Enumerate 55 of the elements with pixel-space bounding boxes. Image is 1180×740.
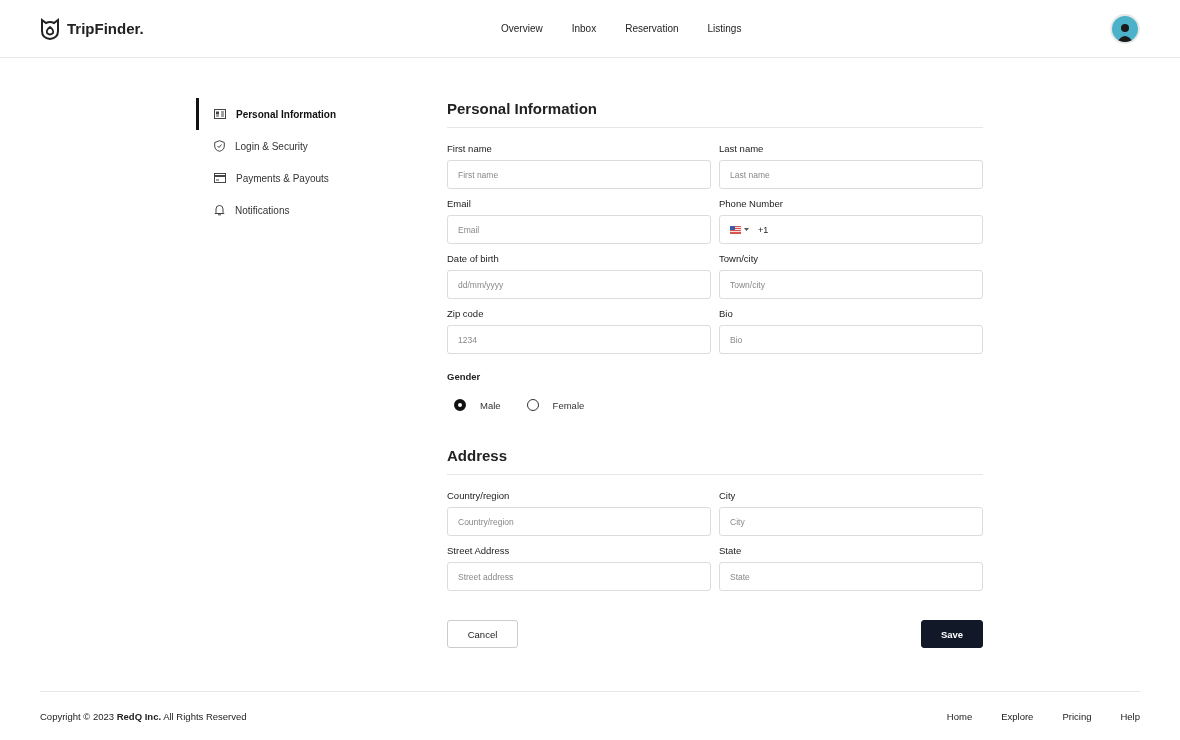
phone-code: +1 (758, 224, 770, 235)
radio-button[interactable] (454, 399, 466, 411)
field-label: Date of birth (447, 253, 500, 264)
input-field[interactable]: dd/mm/yyyy (447, 270, 711, 299)
field-label: Zip code (447, 308, 485, 319)
footer-link[interactable]: Pricing (1062, 710, 1092, 722)
section-title: Personal Information (447, 100, 983, 128)
nav-link[interactable]: Reservation (625, 23, 679, 34)
sidebar-item[interactable]: Notifications (196, 194, 447, 226)
input-field[interactable]: Last name (719, 160, 983, 189)
field-label: City (719, 490, 737, 501)
phone-field[interactable]: +1 (719, 215, 983, 244)
input-field[interactable]: 1234 (447, 325, 711, 354)
flag-icon (730, 225, 741, 234)
input-field[interactable]: City (719, 507, 983, 536)
field-label: First name (447, 143, 493, 154)
id-card-icon (214, 109, 226, 119)
footer-link[interactable]: Help (1120, 710, 1140, 722)
input-field[interactable]: Town/city (719, 270, 983, 299)
sidebar-item[interactable]: Personal Information (196, 98, 447, 130)
field-label: Phone Number (719, 198, 784, 209)
input-field[interactable]: Bio (719, 325, 983, 354)
input-field[interactable]: Country/region (447, 507, 711, 536)
nav-link[interactable]: Listings (707, 23, 742, 34)
user-avatar[interactable] (1110, 13, 1140, 44)
copyright-text: Copyright © 2023 RedQ Inc. All Rights Reserved (40, 710, 247, 722)
bell-icon (214, 204, 225, 216)
brand-name: TripFinder. (67, 20, 144, 37)
sidebar-item[interactable]: Login & Security (196, 130, 447, 162)
input-field[interactable]: First name (447, 160, 711, 189)
sidebar-item[interactable]: Payments & Payouts (196, 162, 447, 194)
footer-link[interactable]: Explore (1001, 710, 1034, 722)
field-label: Street Address (447, 545, 511, 556)
radio-label[interactable]: Male (480, 399, 501, 411)
field-label: State (719, 545, 743, 556)
field-label: Bio (719, 308, 734, 319)
section-title: Address (447, 447, 983, 475)
cancel-button[interactable]: Cancel (447, 620, 518, 648)
save-button[interactable]: Save (921, 620, 983, 648)
shield-icon (214, 140, 225, 152)
input-field[interactable]: State (719, 562, 983, 591)
field-label: Email (447, 198, 472, 209)
footer-link[interactable]: Home (946, 710, 973, 722)
caret-icon (744, 228, 749, 231)
field-label: Gender (447, 371, 482, 382)
field-label: Last name (719, 143, 765, 154)
radio-label[interactable]: Female (552, 399, 585, 411)
nav-link[interactable]: Overview (501, 23, 543, 34)
input-field[interactable]: Email (447, 215, 711, 244)
field-label: Country/region (447, 490, 511, 501)
input-field[interactable]: Street address (447, 562, 711, 591)
field-label: Town/city (719, 253, 760, 264)
logo-icon (40, 17, 60, 40)
credit-card-icon (214, 173, 226, 183)
nav-link[interactable]: Inbox (571, 23, 597, 34)
